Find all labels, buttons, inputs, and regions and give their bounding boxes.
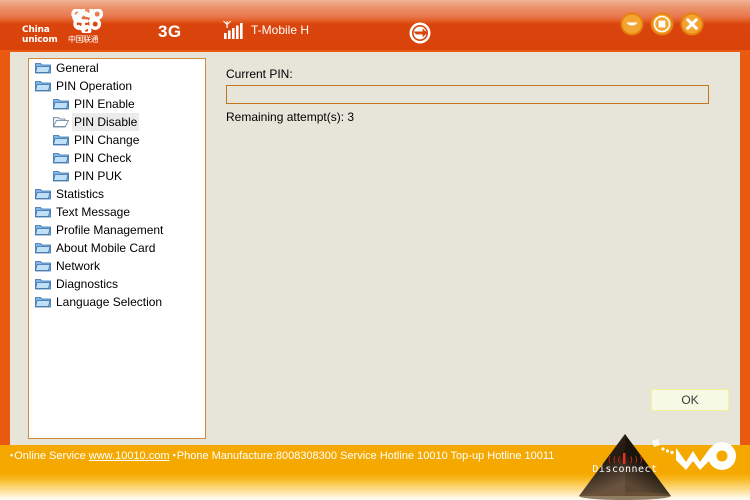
sidebar-item-label: PIN Disable xyxy=(72,113,140,131)
application-window: China unicom 中国联通 3G T-Mobile H General … xyxy=(0,0,750,500)
wo-logo xyxy=(650,436,742,476)
sidebar-item-language-selection[interactable]: Language Selection xyxy=(29,293,205,311)
folder-open-icon xyxy=(53,113,69,131)
footer-bullet-2: ▪ xyxy=(172,450,176,460)
sidebar-item-general[interactable]: General xyxy=(29,59,205,77)
ok-button[interactable]: OK xyxy=(651,389,729,411)
main-body: General PIN Operation PIN Enable PIN Disabl… xyxy=(0,50,750,445)
sidebar-item-label: Diagnostics xyxy=(56,277,119,291)
folder-icon xyxy=(53,167,69,185)
sidebar-item-label: PIN Enable xyxy=(74,97,135,111)
sidebar-item-label: PIN Change xyxy=(74,133,140,147)
sidebar-item-label: Language Selection xyxy=(56,295,163,309)
maximize-button[interactable] xyxy=(650,12,674,36)
sidebar-item-label: PIN Check xyxy=(74,151,132,165)
brand-name-line1: China xyxy=(22,25,50,35)
footer-info-text: ▪Online Service www.10010.com ▪Phone Man… xyxy=(10,450,554,462)
folder-icon xyxy=(35,257,51,275)
sidebar-item-statistics[interactable]: Statistics xyxy=(29,185,205,203)
current-pin-label: Current PIN: xyxy=(226,67,293,81)
folder-icon xyxy=(53,131,69,149)
title-bar: China unicom 中国联通 3G T-Mobile H xyxy=(0,0,750,50)
footer-hotline-label: Phone Manufacture:8008308300 Service Hot… xyxy=(176,450,555,462)
navigation-tree[interactable]: General PIN Operation PIN Enable PIN Disabl… xyxy=(28,58,206,439)
folder-icon xyxy=(35,221,51,239)
brand-name-en: China unicom xyxy=(22,26,58,45)
folder-icon xyxy=(35,293,51,311)
sidebar-item-label: General xyxy=(56,61,99,75)
sidebar-item-label: PIN PUK xyxy=(74,169,123,183)
minimize-button[interactable] xyxy=(620,12,644,36)
sidebar-item-pin-check[interactable]: PIN Check xyxy=(29,149,205,167)
sidebar-item-label: Profile Management xyxy=(56,223,164,237)
footer-bullet-1: ▪ xyxy=(10,450,14,460)
folder-icon xyxy=(53,95,69,113)
folder-icon xyxy=(35,203,51,221)
sidebar-item-text-message[interactable]: Text Message xyxy=(29,203,205,221)
sidebar-item-label: Text Message xyxy=(56,205,131,219)
sidebar-item-label: Statistics xyxy=(56,187,105,201)
folder-icon xyxy=(35,185,51,203)
sidebar-item-diagnostics[interactable]: Diagnostics xyxy=(29,275,205,293)
sidebar-item-label: PIN Operation xyxy=(56,79,133,93)
connected-circle-icon xyxy=(409,22,431,44)
footer-online-service-label: Online Service xyxy=(14,450,89,462)
brand-logo: China unicom 中国联通 xyxy=(22,5,122,45)
content-panel: General PIN Operation PIN Enable PIN Disabl… xyxy=(10,52,740,445)
sidebar-item-network[interactable]: Network xyxy=(29,257,205,275)
remaining-attempts-label: Remaining attempt(s): 3 xyxy=(226,110,355,124)
sidebar-item-about-mobile-card[interactable]: About Mobile Card xyxy=(29,239,205,257)
folder-icon xyxy=(35,77,51,95)
folder-icon xyxy=(35,239,51,257)
sidebar-item-profile-management[interactable]: Profile Management xyxy=(29,221,205,239)
folder-icon xyxy=(35,59,51,77)
network-mode-label: 3G xyxy=(158,22,182,41)
sidebar-item-pin-operation[interactable]: PIN Operation xyxy=(29,77,205,95)
sidebar-item-label: Network xyxy=(56,259,101,273)
operator-name-label: T-Mobile H xyxy=(251,23,310,37)
china-unicom-knot-icon xyxy=(62,5,104,36)
brand-name-line2: unicom xyxy=(22,35,58,45)
folder-icon xyxy=(53,149,69,167)
sidebar-item-pin-puk[interactable]: PIN PUK xyxy=(29,167,205,185)
sidebar-item-pin-disable[interactable]: PIN Disable xyxy=(29,113,205,131)
sidebar-item-pin-change[interactable]: PIN Change xyxy=(29,131,205,149)
online-service-link[interactable]: www.10010.com xyxy=(89,450,170,462)
folder-icon xyxy=(35,275,51,293)
sidebar-item-pin-enable[interactable]: PIN Enable xyxy=(29,95,205,113)
close-button[interactable] xyxy=(680,12,704,36)
signal-bars-icon xyxy=(222,20,246,40)
pin-disable-form: Current PIN: Remaining attempt(s): 3 OK xyxy=(218,58,730,439)
sidebar-item-label: About Mobile Card xyxy=(56,241,156,255)
brand-name-cn: 中国联通 xyxy=(68,35,99,44)
current-pin-input[interactable] xyxy=(226,85,709,104)
